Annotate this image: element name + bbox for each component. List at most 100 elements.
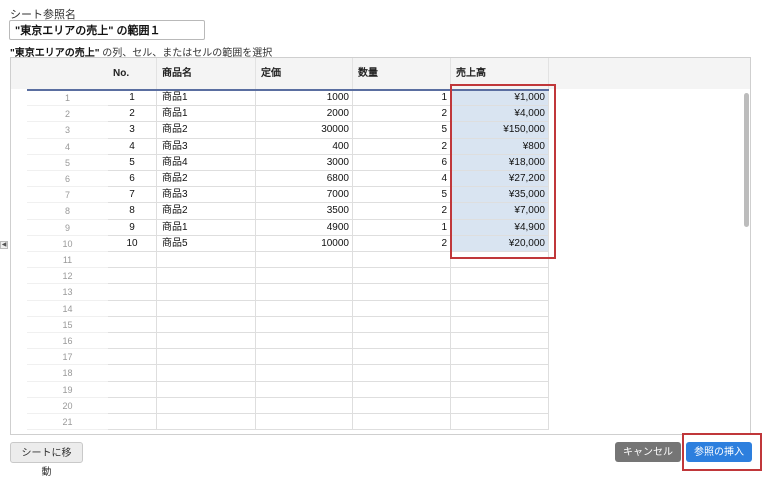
empty-cell[interactable] [108, 300, 157, 317]
data-cell[interactable]: 4900 [256, 219, 353, 236]
data-cell[interactable]: 商品2 [157, 171, 256, 188]
data-cell[interactable]: 商品1 [157, 219, 256, 236]
row-number[interactable]: 7 [27, 187, 108, 204]
row-number[interactable]: 4 [27, 139, 108, 155]
data-cell[interactable]: 3 [108, 122, 157, 139]
row-number[interactable]: 19 [27, 382, 108, 398]
row-number[interactable]: 8 [27, 203, 108, 220]
empty-cell[interactable] [157, 333, 256, 350]
data-cell[interactable]: 5 [108, 154, 157, 171]
empty-cell[interactable] [157, 349, 256, 366]
empty-cell[interactable] [256, 397, 353, 414]
row-number[interactable]: 16 [27, 333, 108, 350]
empty-cell[interactable] [451, 414, 549, 431]
empty-cell[interactable] [256, 316, 353, 333]
empty-cell[interactable] [451, 381, 549, 398]
empty-cell[interactable] [157, 316, 256, 333]
empty-cell[interactable] [108, 381, 157, 398]
empty-cell[interactable] [108, 252, 157, 269]
empty-cell[interactable] [256, 349, 353, 366]
empty-cell[interactable] [108, 268, 157, 285]
insert-reference-button[interactable]: 参照の挿入 [686, 442, 752, 462]
empty-cell[interactable] [108, 333, 157, 350]
empty-cell[interactable] [353, 300, 451, 317]
empty-cell[interactable] [108, 397, 157, 414]
row-number[interactable]: 5 [27, 155, 108, 171]
empty-cell[interactable] [353, 268, 451, 285]
empty-cell[interactable] [157, 284, 256, 301]
sheet-reference-name-input[interactable] [9, 20, 205, 40]
row-number[interactable]: 3 [27, 122, 108, 139]
data-cell[interactable]: 2 [353, 203, 451, 220]
empty-cell[interactable] [256, 284, 353, 301]
empty-cell[interactable] [451, 300, 549, 317]
empty-cell[interactable] [157, 268, 256, 285]
empty-cell[interactable] [108, 316, 157, 333]
move-to-sheet-button[interactable]: シートに移動 [10, 442, 83, 478]
column-header[interactable]: No. [108, 58, 157, 89]
empty-cell[interactable] [451, 333, 549, 350]
row-number[interactable]: 18 [27, 365, 108, 382]
column-header[interactable]: 数量 [353, 58, 451, 89]
row-number[interactable]: 15 [27, 317, 108, 333]
empty-cell[interactable] [353, 365, 451, 382]
empty-cell[interactable] [451, 316, 549, 333]
empty-cell[interactable] [157, 252, 256, 269]
empty-cell[interactable] [108, 349, 157, 366]
empty-cell[interactable] [256, 381, 353, 398]
data-cell[interactable]: 2 [353, 138, 451, 155]
data-cell[interactable]: 8 [108, 203, 157, 220]
data-cell[interactable]: 7 [108, 187, 157, 204]
data-cell[interactable]: 5 [353, 187, 451, 204]
data-cell[interactable]: 400 [256, 138, 353, 155]
data-cell[interactable]: 9 [108, 219, 157, 236]
empty-cell[interactable] [256, 300, 353, 317]
row-number[interactable]: 2 [27, 106, 108, 123]
empty-cell[interactable] [353, 333, 451, 350]
data-cell[interactable]: 10000 [256, 235, 353, 252]
empty-cell[interactable] [353, 381, 451, 398]
row-number[interactable]: 11 [27, 252, 108, 269]
vertical-scrollbar[interactable] [744, 93, 749, 227]
column-header[interactable]: 商品名 [157, 58, 256, 89]
data-cell[interactable]: 2 [353, 106, 451, 123]
data-cell[interactable]: 2 [353, 235, 451, 252]
data-cell[interactable]: 4 [108, 138, 157, 155]
empty-cell[interactable] [157, 397, 256, 414]
data-cell[interactable]: 商品5 [157, 235, 256, 252]
data-cell[interactable]: 10 [108, 235, 157, 252]
empty-cell[interactable] [353, 252, 451, 269]
empty-cell[interactable] [353, 316, 451, 333]
collapse-arrow-icon[interactable]: ◀ [0, 241, 8, 249]
empty-cell[interactable] [157, 381, 256, 398]
empty-cell[interactable] [108, 365, 157, 382]
data-cell[interactable]: 1000 [256, 90, 353, 107]
row-number[interactable]: 13 [27, 284, 108, 301]
row-number[interactable]: 20 [27, 398, 108, 414]
data-cell[interactable]: 4 [353, 171, 451, 188]
empty-cell[interactable] [451, 268, 549, 285]
data-cell[interactable]: 1 [353, 90, 451, 107]
data-cell[interactable]: 6800 [256, 171, 353, 188]
data-cell[interactable]: 7000 [256, 187, 353, 204]
data-cell[interactable]: 2 [108, 106, 157, 123]
data-cell[interactable]: 6 [108, 171, 157, 188]
empty-cell[interactable] [451, 397, 549, 414]
cancel-button[interactable]: キャンセル [615, 442, 681, 462]
data-cell[interactable]: 商品1 [157, 90, 256, 107]
empty-cell[interactable] [157, 414, 256, 431]
row-number[interactable]: 9 [27, 220, 108, 236]
empty-cell[interactable] [353, 414, 451, 431]
data-cell[interactable]: 商品3 [157, 187, 256, 204]
data-cell[interactable]: 30000 [256, 122, 353, 139]
data-cell[interactable]: 2000 [256, 106, 353, 123]
empty-cell[interactable] [108, 414, 157, 431]
empty-cell[interactable] [353, 349, 451, 366]
column-header[interactable]: 定価 [256, 58, 353, 89]
empty-cell[interactable] [451, 284, 549, 301]
data-cell[interactable]: 商品2 [157, 122, 256, 139]
data-cell[interactable]: 3000 [256, 154, 353, 171]
row-number[interactable]: 6 [27, 171, 108, 188]
row-number[interactable]: 1 [27, 90, 108, 107]
row-number[interactable]: 12 [27, 268, 108, 285]
